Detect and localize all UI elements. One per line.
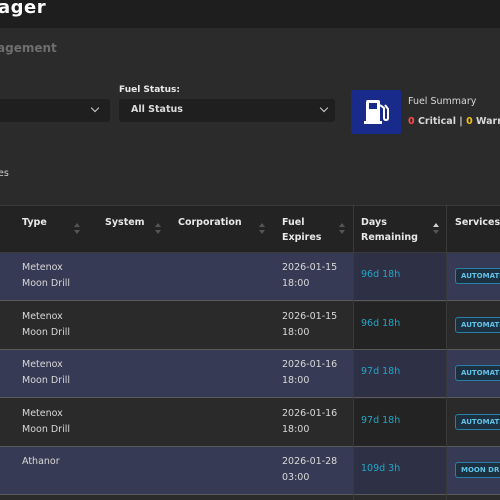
type-line1: Athanor (22, 456, 60, 467)
expires-time: 18:00 (282, 375, 310, 386)
critical-label: Critical (417, 116, 456, 127)
fuel-summary-counts: 0 Critical | 0 Warnin (408, 116, 500, 127)
header-fuel-expires[interactable]: Fuel Expires (282, 215, 321, 245)
service-badge: AUTOMATIO (455, 365, 500, 381)
type-cell: Metenox Moon Drill (22, 309, 70, 341)
table-row[interactable]: Metenox Moon Drill 2026-01-15 18:00 96d 18h A… (0, 301, 500, 350)
header-type[interactable]: Type (22, 215, 47, 230)
chevron-down-icon (90, 103, 100, 113)
page-subtitle: agement (0, 41, 57, 55)
type-line1: Metenox (22, 262, 63, 273)
sort-asc-icon[interactable] (433, 223, 439, 235)
warning-label: Warnin (476, 116, 500, 127)
section-label: es (0, 168, 9, 179)
header-corporation[interactable]: Corporation (178, 215, 242, 230)
type-line2: Moon Drill (22, 375, 71, 386)
table-row[interactable]: Metenox Moon Drill 2026-01-16 18:00 97d 18h A… (0, 350, 500, 398)
expires-date: 2026-01-16 (282, 407, 338, 419)
service-badge: AUTOMATIO (455, 413, 500, 430)
chevron-down-icon (319, 103, 329, 113)
days-remaining: 96d 18h (361, 269, 401, 280)
type-line2: Moon Drill (22, 278, 71, 289)
fuel-summary-title: Fuel Summary (408, 96, 477, 107)
sort-icon[interactable] (339, 223, 345, 235)
sort-icon[interactable] (155, 223, 161, 235)
days-remaining: 96d 18h (361, 317, 401, 329)
expires-time: 18:00 (282, 278, 310, 289)
column-divider (446, 205, 447, 500)
type-cell: Metenox Moon Drill (22, 406, 70, 438)
table-row[interactable]: Metenox Moon Drill 2026-01-15 18:00 96d 18h A… (0, 253, 500, 301)
fuel-status-label: Fuel Status: (119, 85, 180, 95)
service-badge: AUTOMATIO (455, 268, 500, 284)
app-header: ager (0, 0, 500, 28)
fuel-expires-cell: 2026-01-16 18:00 (282, 357, 337, 389)
service-badge: AUTOMATIO (455, 316, 500, 333)
header-fuel-expires-line2: Expires (282, 232, 322, 243)
days-remaining: 97d 18h (361, 414, 401, 426)
fuel-expires-cell: 2026-01-15 18:00 (282, 309, 337, 341)
expires-date: 2026-01-15 (282, 262, 338, 273)
service-badge: MOON DRIL (455, 462, 500, 478)
type-cell: Metenox Moon Drill (22, 260, 70, 292)
expires-date: 2026-01-15 (282, 310, 338, 322)
type-line1: Metenox (22, 359, 63, 370)
app-title: ager (0, 0, 47, 18)
header-system[interactable]: System (105, 215, 145, 230)
header-services[interactable]: Services (455, 215, 500, 230)
fuel-status-value: All Status (131, 104, 183, 115)
expires-date: 2026-01-16 (282, 359, 338, 370)
header-fuel-expires-line1: Fuel (282, 217, 305, 228)
column-divider (353, 205, 354, 500)
table-header: Type System Corporation Fuel Expires Day… (0, 205, 500, 253)
type-cell: Athanor (22, 454, 60, 470)
fuel-expires-cell: 2026-01-15 18:00 (282, 260, 337, 292)
header-days-line2: Remaining (361, 232, 418, 243)
fuel-status-select[interactable]: All Status (119, 99, 335, 122)
separator: | (459, 116, 463, 127)
days-remaining: 97d 18h (361, 366, 401, 377)
fuel-expires-cell: 2026-01-28 03:00 (282, 454, 337, 486)
type-line2: Moon Drill (22, 423, 71, 435)
expires-time: 18:00 (282, 326, 310, 338)
header-days-remaining[interactable]: Days Remaining (361, 215, 418, 245)
critical-count: 0 (408, 116, 415, 127)
header-days-line1: Days (361, 217, 387, 228)
type-line2: Moon Drill (22, 326, 71, 338)
table-row[interactable]: Athanor 2026-01-28 03:00 109d 3h MOON DRIL (0, 447, 500, 495)
sort-icon[interactable] (259, 223, 265, 235)
expires-date: 2026-01-28 (282, 456, 338, 467)
filter-select[interactable] (0, 99, 110, 122)
fuel-expires-cell: 2026-01-16 18:00 (282, 406, 337, 438)
warning-count: 0 (466, 116, 473, 127)
type-line1: Metenox (22, 310, 63, 322)
table-row[interactable]: Metenox Moon Drill 2026-01-16 18:00 97d 18h A… (0, 398, 500, 447)
type-cell: Metenox Moon Drill (22, 357, 70, 389)
expires-time: 03:00 (282, 472, 310, 483)
fuel-pump-icon (351, 90, 401, 134)
type-line1: Metenox (22, 407, 63, 419)
days-remaining: 109d 3h (361, 463, 401, 474)
sort-icon[interactable] (74, 223, 80, 235)
expires-time: 18:00 (282, 423, 310, 435)
